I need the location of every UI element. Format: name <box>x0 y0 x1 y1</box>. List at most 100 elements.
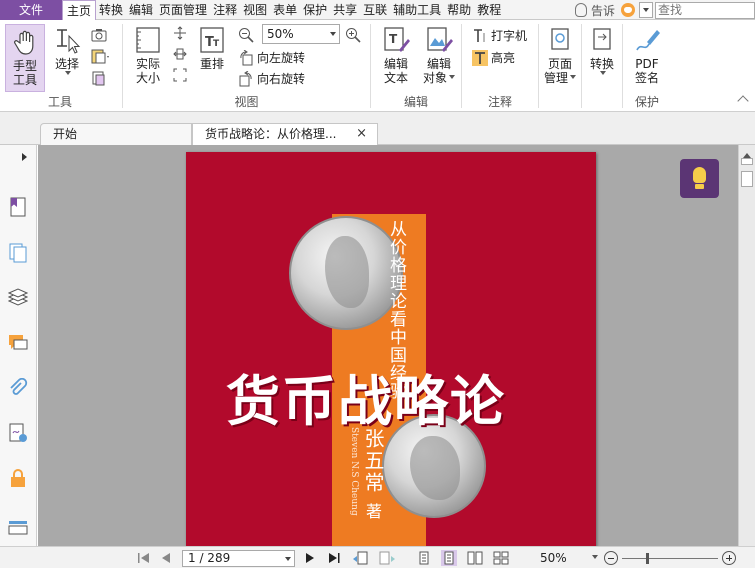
menu-item-tutorial[interactable]: 教程 <box>474 0 504 20</box>
pdf-sign-button[interactable]: PDF 签名 <box>629 26 665 85</box>
paste-icon[interactable] <box>91 70 107 86</box>
scroll-up-icon[interactable] <box>743 149 751 158</box>
search-options-dropdown[interactable] <box>639 2 653 18</box>
lightbulb-icon <box>693 167 706 183</box>
svg-text:T: T <box>213 39 220 49</box>
menu-item-comment[interactable]: 注释 <box>210 0 240 20</box>
zoom-in-icon[interactable] <box>345 27 361 43</box>
tab-home[interactable]: 开始 <box>40 123 192 145</box>
svg-text:T: T <box>389 32 398 46</box>
menu-item-form[interactable]: 表单 <box>270 0 300 20</box>
fit-width-icon[interactable] <box>173 47 187 61</box>
continuous-facing-icon[interactable] <box>493 551 509 565</box>
first-page-icon[interactable] <box>137 551 151 565</box>
edit-object-icon <box>427 27 453 52</box>
single-page-icon[interactable] <box>417 551 431 565</box>
feedback-icon[interactable] <box>621 3 635 17</box>
menu-item-convert[interactable]: 转换 <box>96 0 126 20</box>
camera-icon[interactable] <box>91 28 107 42</box>
cover-author-english: Steven N.S Cheung <box>349 427 359 516</box>
ribbon-group-tools: 手型 工具 选择 工具 <box>0 20 120 112</box>
file-menu-button[interactable]: 文件 <box>0 0 62 20</box>
next-page-icon[interactable] <box>304 551 316 565</box>
scrollbar-thumb[interactable] <box>741 171 753 187</box>
menu-item-accessibility[interactable]: 辅助工具 <box>390 0 444 20</box>
edit-object-button[interactable]: 编辑 对象 <box>419 26 459 85</box>
chevron-down-icon[interactable] <box>592 555 598 562</box>
scrollbar-cap[interactable] <box>741 158 753 165</box>
zoom-out-button[interactable] <box>604 551 618 565</box>
previous-view-icon[interactable] <box>352 551 370 565</box>
tab-document[interactable]: 货币战略论：从价格理... × <box>192 123 378 145</box>
status-zoom-level[interactable]: 50% <box>540 551 567 565</box>
reflow-label: 重排 <box>199 57 224 71</box>
page-number-input[interactable]: 1 / 289 <box>182 550 295 567</box>
convert-button[interactable]: 转换 <box>585 26 619 78</box>
previous-page-icon[interactable] <box>160 551 172 565</box>
clipboard-icon[interactable] <box>91 48 111 64</box>
attachment-icon[interactable] <box>8 378 28 398</box>
edit-group-label: 编辑 <box>403 95 428 109</box>
close-icon[interactable]: × <box>356 124 367 144</box>
select-dropdown-arrow[interactable] <box>65 71 71 78</box>
highlight-icon <box>472 49 488 66</box>
document-view[interactable]: 从价格理论看中国经验 货币战略论 Steven N.S Cheung 张五常 著 <box>38 145 738 546</box>
typewriter-button[interactable]: 打字机 <box>472 27 527 44</box>
fit-visible-icon[interactable] <box>173 68 187 82</box>
edit-object-label-1: 编辑 <box>426 57 451 71</box>
edit-text-icon: T <box>384 27 410 52</box>
lock-icon[interactable] <box>8 468 28 488</box>
tell-me[interactable]: 告诉 <box>574 2 615 19</box>
menu-bar: 文件 主页 转换 编辑 页面管理 注释 视图 表单 保护 共享 互联 辅助工具 … <box>0 0 755 21</box>
menu-item-share[interactable]: 共享 <box>330 0 360 20</box>
last-page-icon[interactable] <box>327 551 341 565</box>
ribbon-group-comment: 打字机 高亮 注释 <box>462 20 538 112</box>
hand-tool-button[interactable]: 手型 工具 <box>5 24 45 92</box>
expand-panel-icon[interactable] <box>22 153 31 161</box>
menu-item-protect[interactable]: 保护 <box>300 0 330 20</box>
bookmark-icon[interactable] <box>8 197 28 217</box>
signature-icon[interactable] <box>8 423 28 443</box>
zoom-slider-thumb[interactable] <box>646 553 649 564</box>
facing-page-icon[interactable] <box>467 551 483 565</box>
zoom-in-button[interactable] <box>722 551 736 565</box>
next-view-icon[interactable] <box>378 551 396 565</box>
menu-item-page-management[interactable]: 页面管理 <box>156 0 210 20</box>
more-panels-icon[interactable] <box>8 517 28 537</box>
layers-icon[interactable] <box>8 288 28 308</box>
coin-portrait <box>410 436 460 500</box>
zoom-out-icon[interactable] <box>238 27 254 43</box>
convert-icon <box>593 28 611 50</box>
zoom-level-dropdown[interactable]: 50% <box>262 24 340 44</box>
actual-size-button[interactable]: 实际 大小 <box>131 26 165 85</box>
navigation-panel <box>0 145 37 546</box>
menu-item-connect[interactable]: 互联 <box>360 0 390 20</box>
highlight-button[interactable]: 高亮 <box>472 49 515 66</box>
menu-item-edit[interactable]: 编辑 <box>126 0 156 20</box>
tips-button[interactable] <box>680 159 719 198</box>
page-management-button[interactable]: 页面 管理 <box>541 26 579 85</box>
pdf-sign-icon <box>636 30 660 51</box>
select-tool-button[interactable]: 选择 <box>50 26 84 78</box>
edit-text-button[interactable]: T 编辑 文本 <box>379 26 413 85</box>
rotate-left-button[interactable]: 向左旋转 <box>238 49 305 66</box>
zoom-slider-track[interactable] <box>622 558 718 559</box>
comments-icon[interactable] <box>8 333 28 353</box>
pages-icon[interactable] <box>8 243 28 263</box>
menu-item-home[interactable]: 主页 <box>62 0 97 21</box>
vertical-scrollbar[interactable] <box>738 145 755 546</box>
collapse-ribbon-icon[interactable] <box>737 95 749 107</box>
menu-item-view[interactable]: 视图 <box>240 0 270 20</box>
tab-home-label: 开始 <box>53 127 78 141</box>
continuous-page-icon[interactable] <box>441 550 457 566</box>
cover-title: 货币战略论 <box>226 369 506 433</box>
menu-item-help[interactable]: 帮助 <box>444 0 474 20</box>
search-input[interactable] <box>655 1 755 19</box>
rotate-right-button[interactable]: 向右旋转 <box>238 70 305 87</box>
chevron-down-icon[interactable] <box>285 557 291 564</box>
page-management-label-2-wrap: 管理 <box>544 71 576 85</box>
fit-page-icon[interactable] <box>173 26 187 40</box>
ribbon-group-edit: T 编辑 文本 编辑 对象 编辑 <box>371 20 461 112</box>
reflow-button[interactable]: T T 重排 <box>195 26 229 71</box>
pdf-page: 从价格理论看中国经验 货币战略论 Steven N.S Cheung 张五常 著 <box>186 152 596 546</box>
